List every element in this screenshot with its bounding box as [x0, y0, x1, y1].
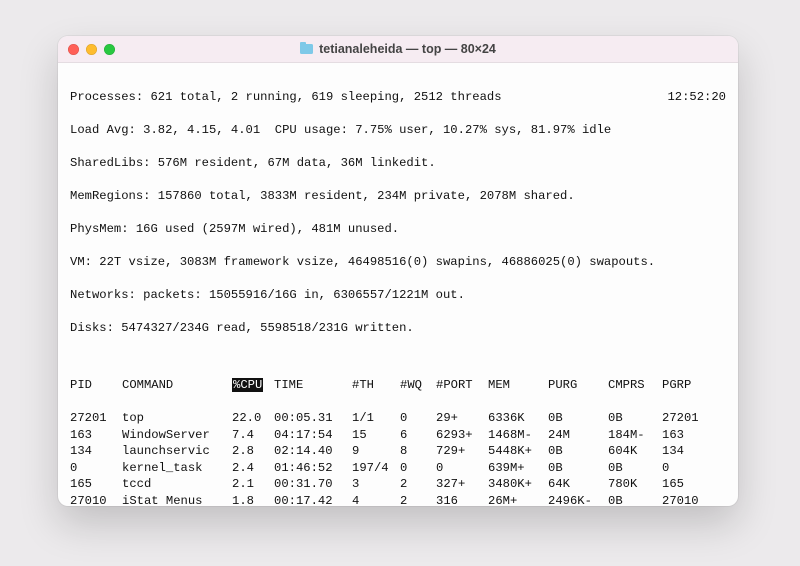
close-icon[interactable] — [68, 44, 79, 55]
header-loadavg: Load Avg: 3.82, 4.15, 4.01 CPU usage: 7.… — [70, 122, 726, 138]
folder-icon — [300, 44, 313, 54]
table-row: 0kernel_task2.401:46:52197/400639M+0B0B0 — [70, 460, 726, 476]
table-row: 163WindowServer7.404:17:541566293+1468M-… — [70, 427, 726, 443]
terminal-output[interactable]: Processes: 621 total, 2 running, 619 sle… — [58, 63, 738, 506]
header-physmem: PhysMem: 16G used (2597M wired), 481M un… — [70, 221, 726, 237]
table-row: 27010iStat Menus1.800:17.424231626M+2496… — [70, 493, 726, 506]
header-disks: Disks: 5474327/234G read, 5598518/231G w… — [70, 320, 726, 336]
col-mem: MEM — [488, 377, 548, 393]
terminal-window: tetianaleheida — top — 80×24 Processes: … — [58, 36, 738, 506]
window-title-text: tetianaleheida — top — 80×24 — [319, 42, 496, 56]
zoom-icon[interactable] — [104, 44, 115, 55]
header-processes: Processes: 621 total, 2 running, 619 sle… — [70, 89, 726, 105]
header-vm: VM: 22T vsize, 3083M framework vsize, 46… — [70, 254, 726, 270]
sort-indicator: %CPU — [232, 378, 263, 392]
col-pgrp: PGRP — [662, 377, 710, 393]
col-cpu: %CPU — [232, 377, 274, 393]
header-memregions: MemRegions: 157860 total, 3833M resident… — [70, 188, 726, 204]
col-command: COMMAND — [122, 377, 232, 393]
table-row: 165tccd2.100:31.7032327+3480K+64K780K165 — [70, 476, 726, 492]
process-table: PIDCOMMAND%CPU TIME#TH#WQ#PORTMEMPURGCMPR… — [70, 361, 726, 506]
clock: 12:52:20 — [667, 89, 726, 105]
table-row: 27201top22.000:05.311/1029+6336K0B0B2720… — [70, 410, 726, 426]
minimize-icon[interactable] — [86, 44, 97, 55]
col-wq: #WQ — [400, 377, 436, 393]
col-cmprs: CMPRS — [608, 377, 662, 393]
col-purg: PURG — [548, 377, 608, 393]
table-header: PIDCOMMAND%CPU TIME#TH#WQ#PORTMEMPURGCMPR… — [70, 377, 726, 393]
col-time: TIME — [274, 377, 352, 393]
table-row: 134launchservic2.802:14.4098729+5448K+0B… — [70, 443, 726, 459]
header-networks: Networks: packets: 15055916/16G in, 6306… — [70, 287, 726, 303]
col-th: #TH — [352, 377, 400, 393]
header-sharedlibs: SharedLibs: 576M resident, 67M data, 36M… — [70, 155, 726, 171]
col-port: #PORT — [436, 377, 488, 393]
traffic-lights — [68, 44, 115, 55]
titlebar[interactable]: tetianaleheida — top — 80×24 — [58, 36, 738, 63]
window-title: tetianaleheida — top — 80×24 — [58, 42, 738, 56]
col-pid: PID — [70, 377, 122, 393]
